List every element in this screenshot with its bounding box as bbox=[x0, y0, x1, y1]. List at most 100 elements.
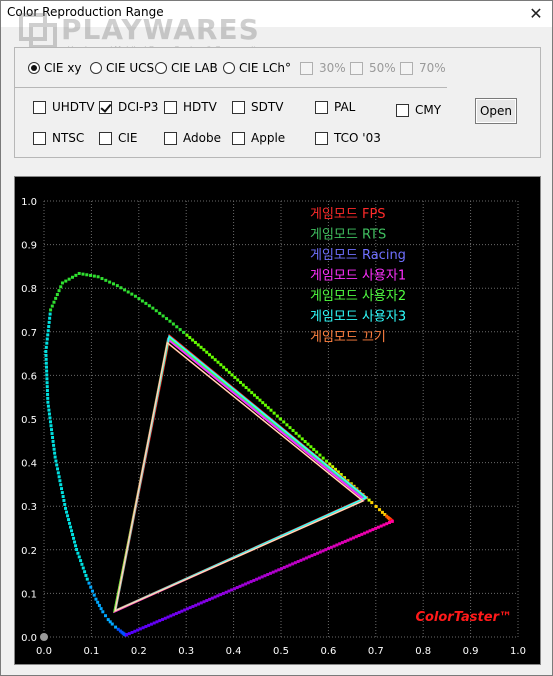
purple-line-dot bbox=[274, 569, 278, 573]
checkbox-cmy[interactable]: CMY bbox=[396, 102, 441, 118]
purple-line-dot bbox=[158, 619, 162, 623]
locus-dot bbox=[50, 428, 54, 432]
purple-line-dot bbox=[316, 551, 320, 555]
checkbox-uhdtv[interactable]: UHDTV bbox=[33, 99, 95, 115]
locus-dot bbox=[219, 363, 223, 367]
locus-dot bbox=[285, 423, 289, 427]
locus-dot bbox=[90, 589, 94, 593]
locus-dot bbox=[72, 536, 76, 540]
radio-cie-ucs[interactable]: CIE UCS bbox=[90, 60, 154, 76]
locus-dot bbox=[370, 501, 374, 505]
purple-line-dot bbox=[363, 531, 367, 535]
purple-line-dot bbox=[185, 607, 189, 611]
y-tick-label: 0.8 bbox=[21, 284, 37, 295]
series-gamut-triangle bbox=[113, 337, 366, 613]
purple-line-dot bbox=[338, 542, 342, 546]
locus-dot bbox=[282, 420, 286, 424]
checkbox-ntsc[interactable]: NTSC bbox=[33, 130, 84, 146]
locus-dot bbox=[94, 597, 98, 601]
locus-dot bbox=[100, 277, 104, 281]
x-tick-label: 0.7 bbox=[368, 646, 384, 657]
purple-line-dot bbox=[232, 587, 236, 591]
locus-dot bbox=[71, 533, 75, 537]
radio-indicator bbox=[90, 62, 102, 74]
purple-line-dot bbox=[252, 578, 256, 582]
checkbox-sdtv[interactable]: SDTV bbox=[232, 99, 283, 115]
locus-dot bbox=[236, 378, 240, 382]
locus-dot bbox=[54, 296, 58, 300]
checkbox-dci-p3[interactable]: DCI-P3 bbox=[99, 99, 158, 115]
close-button[interactable]: ✕ bbox=[524, 3, 548, 25]
locus-dot bbox=[89, 273, 93, 277]
checkbox-cie[interactable]: CIE bbox=[99, 130, 138, 146]
locus-dot bbox=[312, 447, 316, 451]
checkbox-pal[interactable]: PAL bbox=[315, 99, 355, 115]
checkbox-tco03[interactable]: TCO '03 bbox=[315, 130, 381, 146]
white-point-marker bbox=[40, 633, 48, 641]
purple-line-dot bbox=[376, 525, 380, 529]
locus-dot bbox=[165, 317, 169, 321]
checkbox-apple[interactable]: Apple bbox=[232, 130, 285, 146]
y-tick-label: 0.5 bbox=[21, 415, 37, 426]
checkbox-30[interactable]: 30% bbox=[300, 60, 346, 76]
checkbox-70[interactable]: 70% bbox=[400, 60, 446, 76]
x-tick-label: 0.8 bbox=[415, 646, 431, 657]
series-gamut-triangle bbox=[114, 337, 367, 613]
radio-cie-xy[interactable]: CIE xy bbox=[28, 60, 82, 76]
locus-dot bbox=[80, 562, 84, 566]
locus-dot bbox=[92, 593, 96, 597]
locus-dot bbox=[57, 289, 61, 293]
locus-dot bbox=[44, 365, 48, 369]
purple-line-dot bbox=[213, 595, 217, 599]
purple-line-dot bbox=[263, 574, 267, 578]
locus-dot bbox=[77, 271, 81, 275]
open-button[interactable]: Open bbox=[475, 98, 517, 124]
radio-cie-lch[interactable]: CIE LCh° bbox=[223, 60, 291, 76]
locus-dot bbox=[63, 502, 67, 506]
locus-dot bbox=[49, 308, 53, 312]
legend-item: 게임모드 RTS bbox=[310, 228, 386, 243]
checkbox-50[interactable]: 50% bbox=[350, 60, 396, 76]
locus-dot bbox=[74, 273, 78, 277]
locus-dot bbox=[239, 380, 243, 384]
purple-line-dot bbox=[371, 528, 375, 532]
locus-dot bbox=[96, 275, 100, 279]
locus-dot bbox=[48, 312, 52, 316]
locus-dot bbox=[137, 297, 141, 301]
radio-cie-lab[interactable]: CIE LAB bbox=[155, 60, 218, 76]
legend-item: 게임모드 사용자3 bbox=[310, 310, 406, 325]
purple-line-dot bbox=[291, 562, 295, 566]
purple-line-dot bbox=[125, 633, 129, 637]
checkbox-box bbox=[99, 131, 112, 145]
locus-dot bbox=[44, 345, 48, 349]
checkbox-hdtv[interactable]: HDTV bbox=[164, 99, 217, 115]
locus-dot bbox=[44, 357, 48, 361]
purple-line-dot bbox=[196, 602, 200, 606]
purple-line-dot bbox=[288, 563, 292, 567]
locus-dot bbox=[269, 408, 273, 412]
color-reproduction-window: Color Reproduction Range ✕ PLAYWARES Har… bbox=[0, 0, 553, 676]
locus-dot bbox=[244, 386, 248, 390]
locus-dot bbox=[45, 381, 49, 385]
locus-dot bbox=[101, 610, 105, 614]
locus-dot bbox=[300, 437, 304, 441]
checkbox-adobe[interactable]: Adobe bbox=[164, 130, 221, 146]
purple-line-dot bbox=[199, 601, 203, 605]
locus-dot bbox=[116, 627, 120, 631]
locus-dot bbox=[104, 278, 108, 282]
locus-dot bbox=[70, 529, 74, 533]
purple-line-dot bbox=[293, 561, 297, 565]
locus-dot bbox=[81, 566, 85, 570]
purple-line-dot bbox=[138, 627, 142, 631]
purple-line-dot bbox=[244, 582, 248, 586]
purple-line-dot bbox=[324, 548, 328, 552]
purple-line-dot bbox=[205, 599, 209, 603]
purple-line-dot bbox=[177, 610, 181, 614]
purple-line-dot bbox=[285, 564, 289, 568]
locus-dot bbox=[50, 304, 54, 308]
locus-dot bbox=[46, 329, 50, 333]
purple-line-dot bbox=[346, 538, 350, 542]
purple-line-dot bbox=[304, 556, 308, 560]
checkbox-box bbox=[33, 131, 46, 145]
x-tick-label: 0.4 bbox=[226, 646, 242, 657]
